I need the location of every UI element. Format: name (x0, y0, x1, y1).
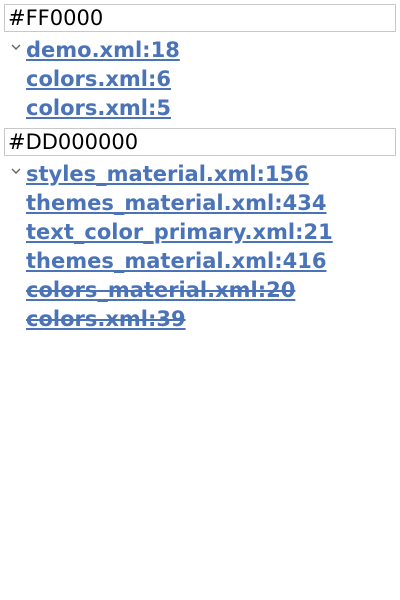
reference-row[interactable]: colors.xml:5 (0, 95, 400, 124)
chevron-down-icon[interactable] (10, 41, 22, 53)
reference-row[interactable]: colors.xml:6 (0, 66, 400, 95)
color-value-field: #FF0000 (4, 4, 396, 32)
reference-link[interactable]: themes_material.xml:416 (26, 248, 326, 274)
color-value-field: #DD000000 (4, 128, 396, 156)
reference-row[interactable]: text_color_primary.xml:21 (0, 219, 400, 248)
reference-row[interactable]: colors_material.xml:20 (0, 277, 400, 306)
reference-link[interactable]: colors_material.xml:20 (26, 277, 295, 303)
reference-link[interactable]: colors.xml:39 (26, 306, 186, 332)
reference-link[interactable]: colors.xml:6 (26, 66, 171, 92)
reference-row[interactable]: themes_material.xml:416 (0, 248, 400, 277)
reference-link[interactable]: colors.xml:5 (26, 95, 171, 121)
reference-row[interactable]: themes_material.xml:434 (0, 190, 400, 219)
chevron-down-icon[interactable] (10, 165, 22, 177)
reference-row[interactable]: demo.xml:18 (0, 37, 400, 66)
resource-references-panel: #FF0000 demo.xml:18 colors.xml:6 colors.… (0, 0, 400, 600)
reference-row[interactable]: colors.xml:39 (0, 306, 400, 335)
reference-link[interactable]: themes_material.xml:434 (26, 190, 326, 216)
reference-link[interactable]: styles_material.xml:156 (26, 161, 309, 187)
reference-row[interactable]: styles_material.xml:156 (0, 161, 400, 190)
reference-link[interactable]: demo.xml:18 (26, 37, 180, 63)
reference-link[interactable]: text_color_primary.xml:21 (26, 219, 333, 245)
